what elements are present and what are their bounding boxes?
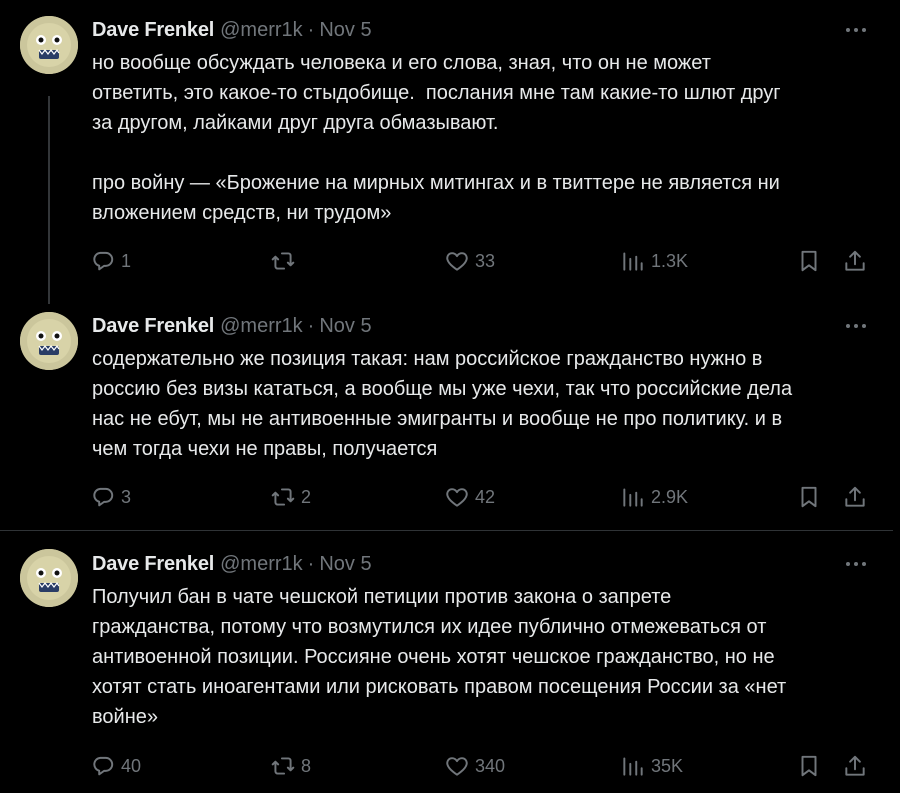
like-button[interactable]: 33 (444, 248, 495, 274)
reply-count: 1 (121, 250, 132, 271)
views-button[interactable]: 2.9K (620, 484, 688, 510)
bookmark-button[interactable] (796, 248, 822, 274)
author-name[interactable]: Dave Frenkel (92, 19, 214, 42)
header-separator: · (307, 18, 315, 41)
avatar[interactable] (20, 549, 78, 607)
like-button[interactable]: 340 (444, 753, 505, 779)
author-handle[interactable]: @merr1k (220, 553, 303, 576)
more-options-button[interactable] (842, 316, 870, 336)
author-name[interactable]: Dave Frenkel (92, 315, 214, 338)
more-icon (846, 28, 866, 32)
views-count: 1.3K (651, 250, 689, 271)
tweet-header: Dave Frenkel @merr1k · Nov 5 (92, 552, 372, 576)
views-button[interactable]: 35K (620, 753, 683, 779)
header-separator: · (307, 314, 315, 337)
share-icon (845, 755, 865, 776)
reply-icon (93, 251, 114, 271)
tweet-date[interactable]: Nov 5 (319, 19, 371, 42)
reply-button[interactable]: 1 (90, 248, 131, 274)
share-icon (845, 250, 865, 271)
repost-count: 2 (301, 486, 312, 507)
share-button[interactable] (842, 484, 868, 510)
tweet-header: Dave Frenkel @merr1k · Nov 5 (92, 18, 372, 42)
repost-count: 8 (301, 755, 312, 776)
views-count: 35K (651, 755, 684, 776)
reply-button[interactable]: 3 (90, 484, 131, 510)
like-icon (446, 757, 468, 776)
views-button[interactable]: 1.3K (620, 248, 688, 274)
views-icon (623, 252, 643, 271)
reply-button[interactable]: 40 (90, 753, 141, 779)
repost-button[interactable]: 8 (270, 753, 311, 779)
repost-icon (271, 488, 295, 506)
bookmark-button[interactable] (796, 753, 822, 779)
share-icon (845, 486, 865, 507)
more-options-button[interactable] (842, 20, 870, 40)
avatar[interactable] (20, 16, 78, 74)
tweet-actions: 40 8 340 35K (90, 753, 880, 779)
bookmark-icon (801, 250, 817, 272)
share-button[interactable] (842, 248, 868, 274)
tweet-date[interactable]: Nov 5 (319, 315, 371, 338)
bookmark-icon (801, 486, 817, 508)
tweet[interactable]: Dave Frenkel @merr1k · Nov 5 но вообще о… (0, 0, 893, 300)
tweet-text: но вообще обсуждать человека и его слова… (92, 52, 781, 224)
views-count: 2.9K (651, 486, 689, 507)
reply-icon (93, 487, 114, 507)
repost-button[interactable]: 2 (270, 484, 311, 510)
tweet[interactable]: Dave Frenkel @merr1k · Nov 5 Получил бан… (0, 531, 893, 793)
bookmark-button[interactable] (796, 484, 822, 510)
views-icon (623, 757, 643, 776)
repost-icon (271, 252, 295, 270)
views-icon (623, 488, 643, 507)
repost-button[interactable] (270, 248, 301, 274)
tweet-text: содержательно же позиция такая: нам росс… (92, 348, 793, 460)
author-handle[interactable]: @merr1k (220, 19, 303, 42)
tweet-header: Dave Frenkel @merr1k · Nov 5 (92, 314, 372, 338)
more-icon (846, 562, 866, 566)
tweet-actions: 1 33 1.3K (90, 248, 880, 274)
like-icon (446, 252, 468, 271)
author-name[interactable]: Dave Frenkel (92, 553, 214, 576)
more-icon (846, 324, 866, 328)
author-handle[interactable]: @merr1k (220, 315, 303, 338)
like-count: 340 (475, 755, 506, 776)
reply-icon (93, 756, 114, 776)
tweet-actions: 3 2 42 2.9K (90, 484, 880, 510)
header-separator: · (307, 552, 315, 575)
avatar[interactable] (20, 312, 78, 370)
tweet[interactable]: Dave Frenkel @merr1k · Nov 5 содержатель… (0, 300, 893, 530)
share-button[interactable] (842, 753, 868, 779)
reply-count: 40 (121, 755, 142, 776)
repost-icon (271, 757, 295, 775)
tweet-text: Получил бан в чате чешской петиции проти… (92, 586, 787, 728)
bookmark-icon (801, 755, 817, 777)
reply-count: 3 (121, 486, 132, 507)
like-icon (446, 488, 468, 507)
more-options-button[interactable] (842, 554, 870, 574)
tweet-date[interactable]: Nov 5 (319, 553, 371, 576)
like-count: 33 (475, 250, 496, 271)
like-count: 42 (475, 486, 496, 507)
like-button[interactable]: 42 (444, 484, 495, 510)
